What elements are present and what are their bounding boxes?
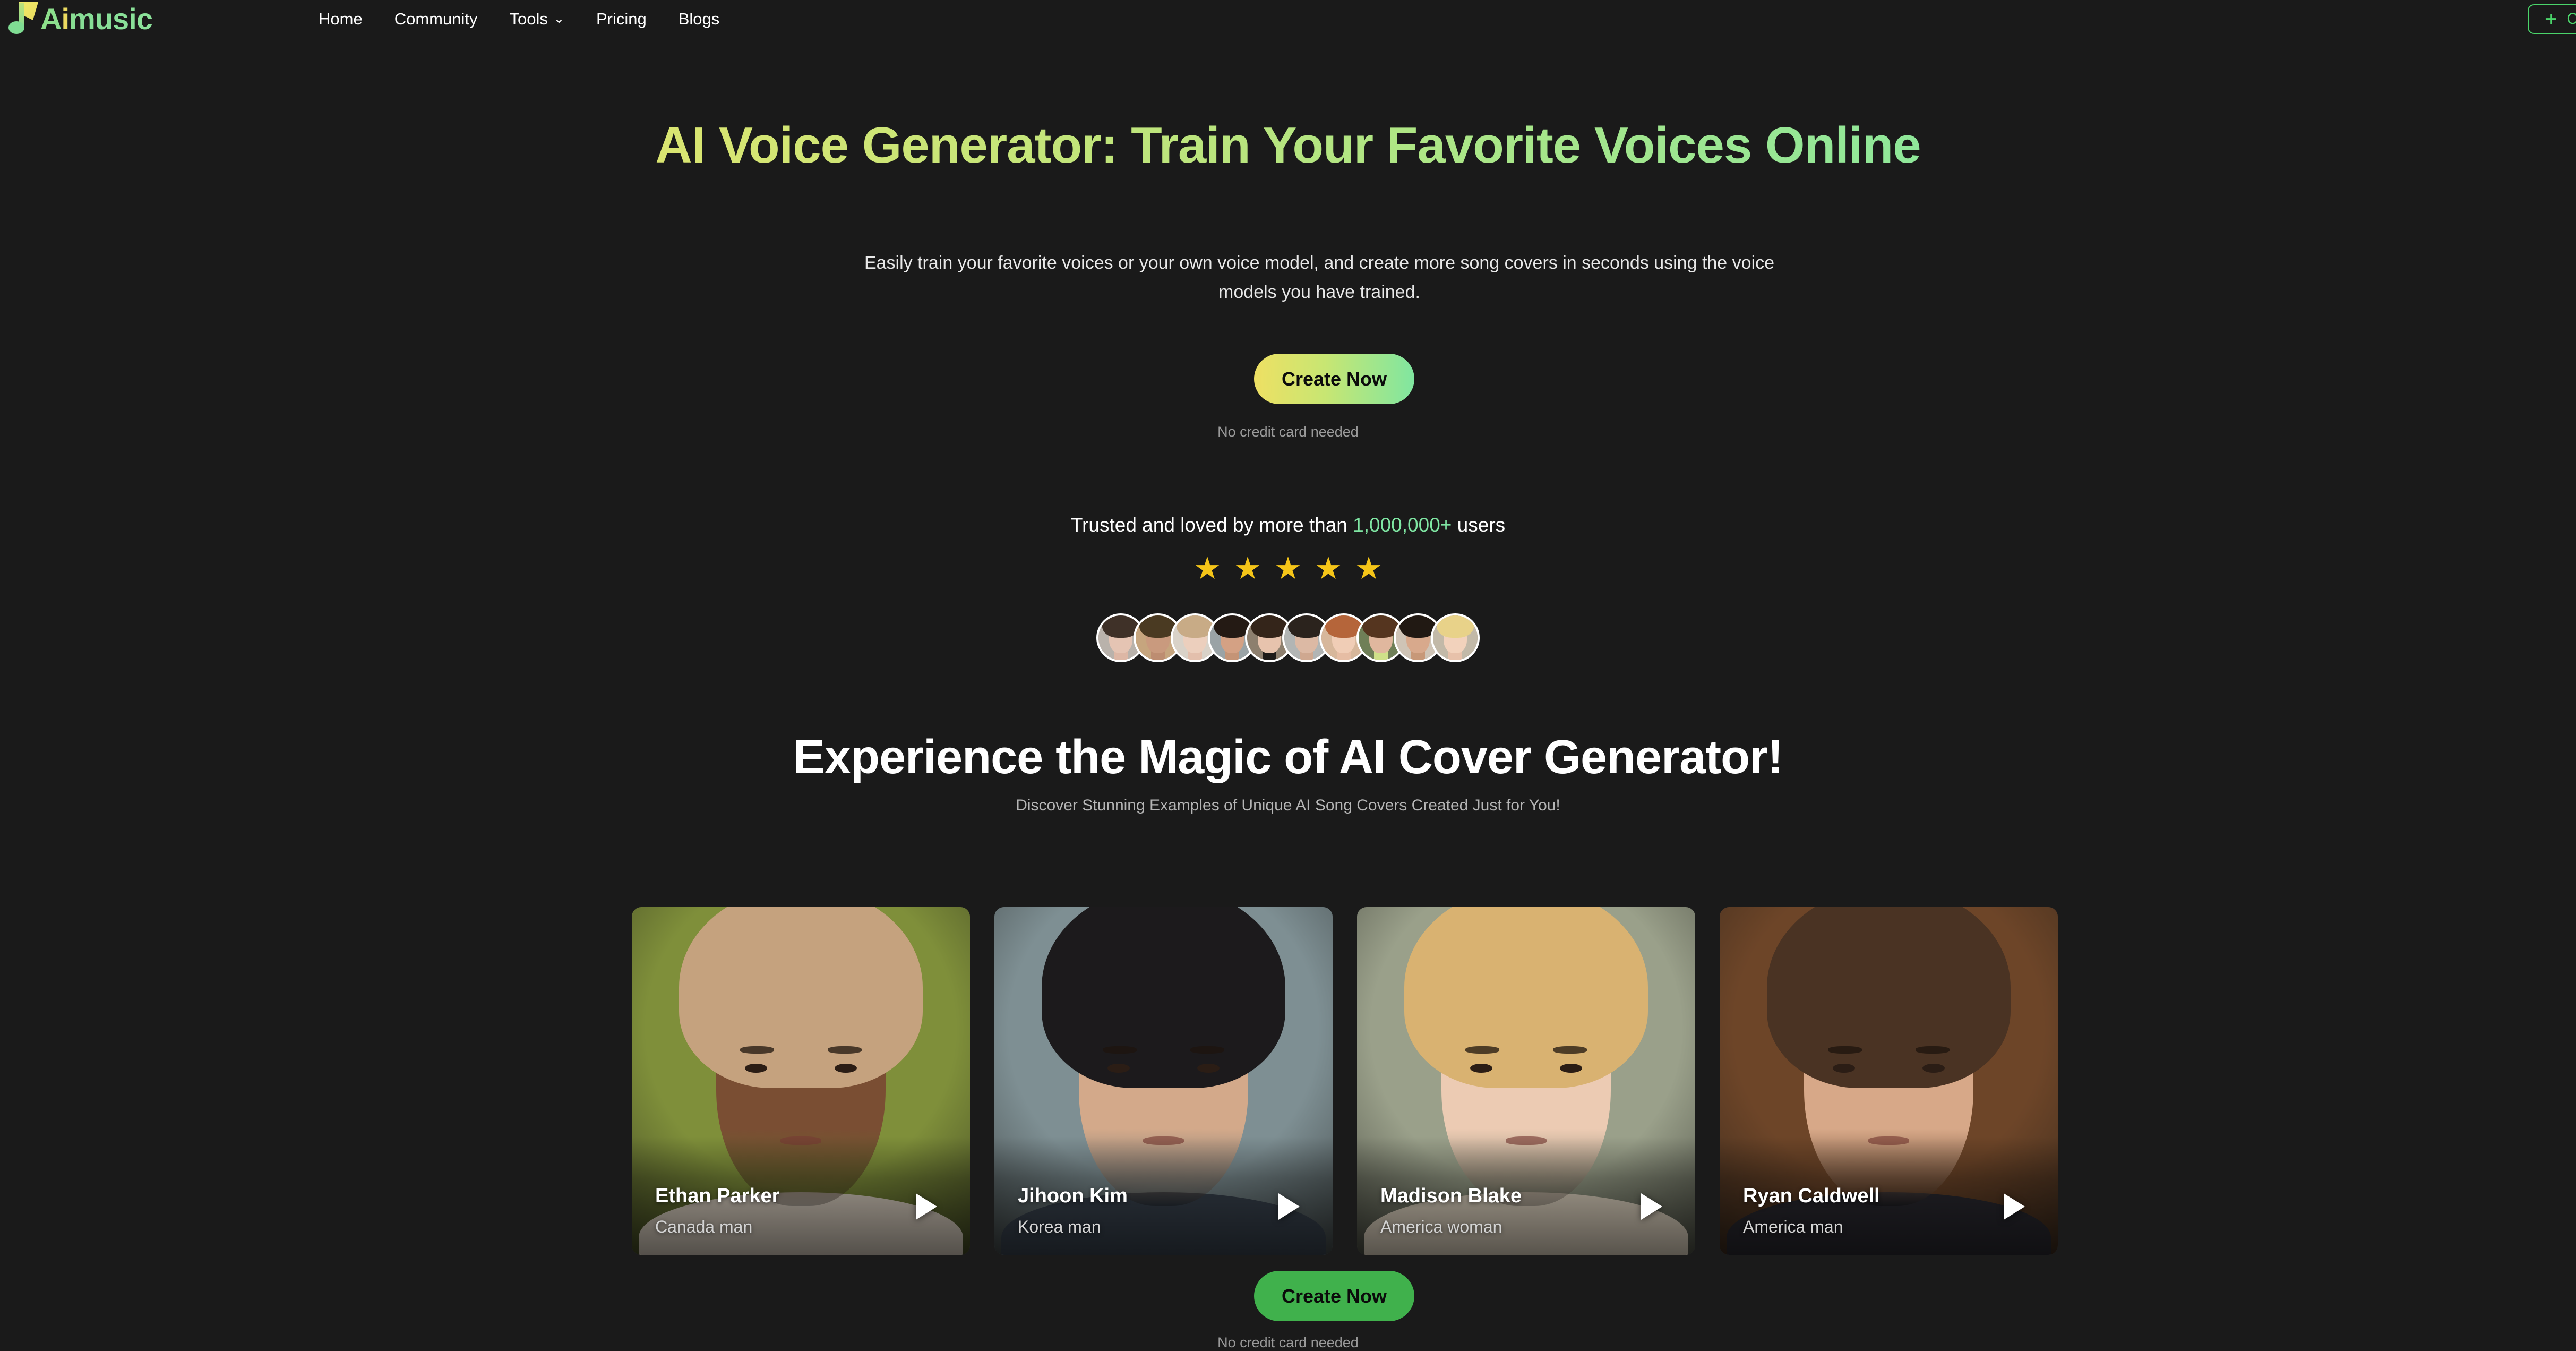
trust-prefix: Trusted and loved by more than <box>1070 514 1353 536</box>
voice-card-description: Canada man <box>655 1217 753 1236</box>
trust-suffix: users <box>1452 514 1506 536</box>
voice-card-meta: Ethan Parker Canada man <box>655 1185 779 1237</box>
brand-name: Aimusic <box>40 2 153 36</box>
showcase-subtitle: Discover Stunning Examples of Unique AI … <box>1016 797 1560 814</box>
star-icon: ★ <box>1355 551 1383 586</box>
avatar <box>1431 613 1480 662</box>
play-icon[interactable] <box>2004 1193 2025 1220</box>
play-icon[interactable] <box>916 1193 937 1220</box>
voice-card-meta: Jihoon Kim Korea man <box>1018 1185 1128 1237</box>
site-header: Aimusic Home Community Tools ⌄ Pricing B… <box>0 0 2576 38</box>
star-icon: ★ <box>1315 551 1342 586</box>
hero-cta-note: No credit card needed <box>1217 424 1359 440</box>
music-note-icon <box>7 1 38 36</box>
nav-item-blogs[interactable]: Blogs <box>679 10 720 29</box>
trust-line: Trusted and loved by more than 1,000,000… <box>0 514 2576 536</box>
nav-label: Home <box>319 10 363 28</box>
nav-item-tools[interactable]: Tools ⌄ <box>509 10 564 29</box>
page-title: AI Voice Generator: Train Your Favorite … <box>0 114 2576 176</box>
nav-label: Pricing <box>596 10 647 28</box>
header-create-button[interactable]: + Cr <box>2527 4 2576 34</box>
plus-icon: + <box>2544 7 2557 31</box>
voice-card-name: Jihoon Kim <box>1018 1185 1128 1207</box>
voice-card-name: Madison Blake <box>1380 1185 1522 1207</box>
header-create-label: Cr <box>2566 10 2576 28</box>
user-avatars <box>0 613 2576 662</box>
nav-label: Community <box>394 10 478 28</box>
brand-logo[interactable]: Aimusic <box>7 1 153 36</box>
nav-item-home[interactable]: Home <box>319 10 363 29</box>
play-icon[interactable] <box>1641 1193 1662 1220</box>
showcase-title: Experience the Magic of AI Cover Generat… <box>793 731 1783 784</box>
voice-card-description: America man <box>1743 1217 1843 1236</box>
nav-label: Tools <box>509 10 548 28</box>
voice-card[interactable]: Madison Blake America woman <box>1357 907 1695 1255</box>
star-icon: ★ <box>1193 551 1221 586</box>
nav-label: Blogs <box>678 10 720 28</box>
showcase-cta-note: No credit card needed <box>1217 1335 1359 1350</box>
nav-item-pricing[interactable]: Pricing <box>596 10 647 29</box>
voice-card-meta: Madison Blake America woman <box>1380 1185 1522 1237</box>
voice-card-description: America woman <box>1380 1217 1502 1236</box>
showcase-create-now-button[interactable]: Create Now <box>1254 1271 1414 1321</box>
voice-card[interactable]: Ryan Caldwell America man <box>1720 907 2058 1255</box>
rating-stars: ★ ★ ★ ★ ★ <box>0 553 2576 584</box>
star-icon: ★ <box>1274 551 1302 586</box>
voice-card-name: Ryan Caldwell <box>1743 1185 1880 1207</box>
voice-card-name: Ethan Parker <box>655 1185 780 1207</box>
hero-create-now-button[interactable]: Create Now <box>1254 354 1414 404</box>
main-nav: Home Community Tools ⌄ Pricing Blogs <box>319 0 719 38</box>
chevron-down-icon: ⌄ <box>553 12 564 26</box>
nav-item-community[interactable]: Community <box>394 10 478 29</box>
voice-card-list: Ethan Parker Canada man Jihoon Kim Korea ma… <box>632 907 2058 1255</box>
voice-card-meta: Ryan Caldwell America man <box>1743 1185 1880 1237</box>
hero-subtitle: Easily train your favorite voices or you… <box>864 253 1775 303</box>
voice-card-description: Korea man <box>1018 1217 1101 1236</box>
star-icon: ★ <box>1234 551 1261 586</box>
trust-user-count: 1,000,000+ <box>1353 514 1452 536</box>
voice-card[interactable]: Jihoon Kim Korea man <box>994 907 1333 1255</box>
play-icon[interactable] <box>1278 1193 1300 1220</box>
voice-card[interactable]: Ethan Parker Canada man <box>632 907 970 1255</box>
